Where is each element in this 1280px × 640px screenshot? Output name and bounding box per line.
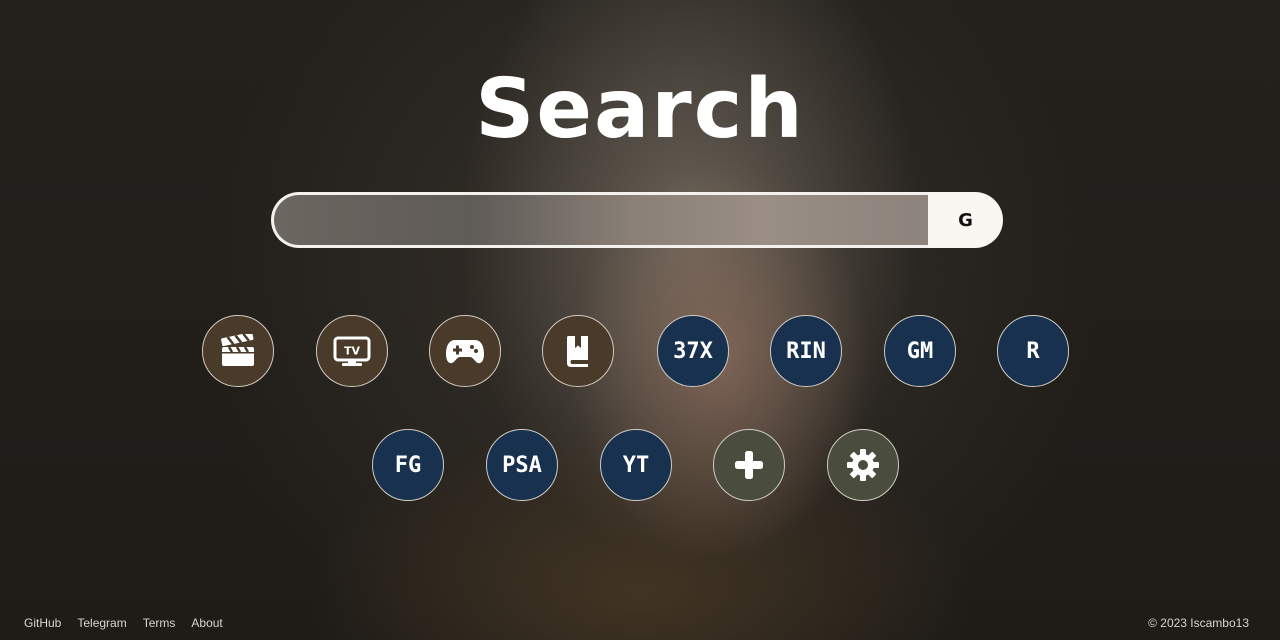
search-input[interactable] — [271, 192, 928, 248]
shortcut-fg[interactable]: FG — [372, 429, 444, 501]
footer-link-github[interactable]: GitHub — [24, 616, 61, 630]
tv-shortcut[interactable]: TV — [316, 315, 388, 387]
search-bar: G — [271, 192, 1003, 248]
shortcut-psa[interactable]: PSA — [486, 429, 558, 501]
tv-icon: TV — [333, 336, 371, 366]
add-shortcut-button[interactable] — [713, 429, 785, 501]
shortcut-37x[interactable]: 37X — [657, 315, 729, 387]
shortcut-rin[interactable]: RIN — [770, 315, 842, 387]
shortcut-gm[interactable]: GM — [884, 315, 956, 387]
gamepad-icon — [446, 340, 484, 364]
books-shortcut[interactable] — [542, 315, 614, 387]
page-title: Search — [475, 62, 805, 157]
movies-shortcut[interactable] — [202, 315, 274, 387]
gear-icon — [847, 449, 879, 481]
footer-link-telegram[interactable]: Telegram — [77, 616, 126, 630]
settings-button[interactable] — [827, 429, 899, 501]
copyright-text: © 2023 Iscambo13 — [1148, 616, 1249, 630]
footer-link-terms[interactable]: Terms — [143, 616, 176, 630]
games-shortcut[interactable] — [429, 315, 501, 387]
book-icon — [567, 336, 588, 367]
plus-icon — [735, 451, 763, 479]
clapperboard-icon — [221, 334, 254, 366]
footer-link-about[interactable]: About — [191, 616, 222, 630]
tv-icon-label: TV — [344, 345, 361, 358]
shortcut-r[interactable]: R — [997, 315, 1069, 387]
search-button[interactable]: G — [928, 192, 1003, 248]
footer-links: GitHub Telegram Terms About — [24, 616, 223, 630]
shortcut-yt[interactable]: YT — [600, 429, 672, 501]
